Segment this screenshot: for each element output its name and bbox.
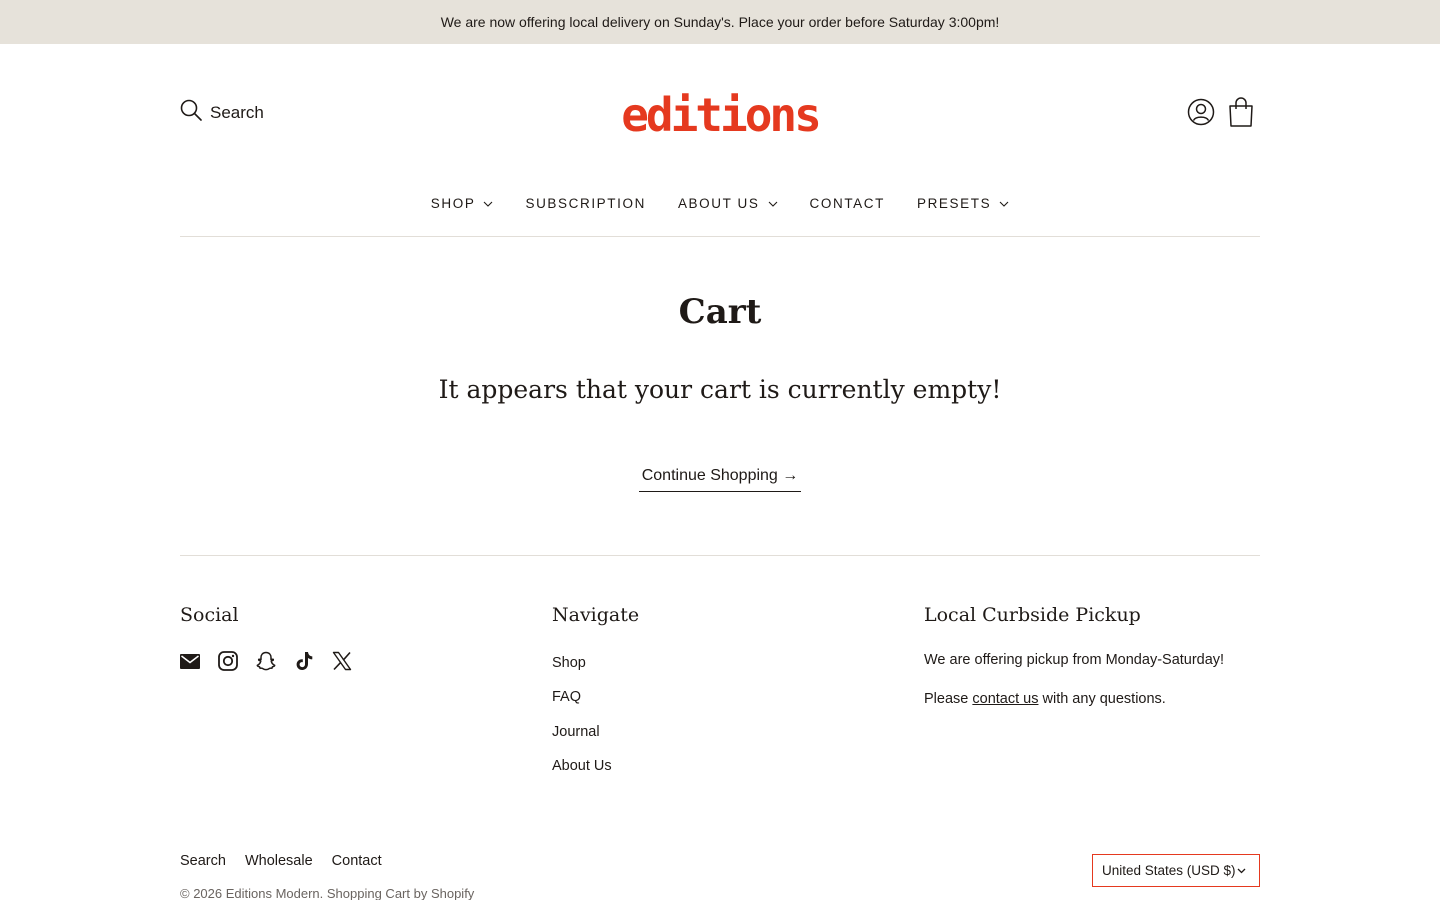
footer-divider [180, 555, 1260, 556]
copyright-text: © 2026 Editions Modern. Shopping Cart by… [180, 886, 475, 900]
logo-text: editions [621, 88, 819, 142]
instagram-icon[interactable] [218, 650, 238, 672]
chevron-down-icon [999, 201, 1009, 207]
footer-link-shop[interactable]: Shop [552, 655, 586, 671]
announcement-bar: We are now offering local delivery on Su… [0, 0, 1440, 44]
footer-social-heading: Social [180, 604, 239, 626]
nav-contact[interactable]: CONTACT [810, 196, 885, 211]
pickup-contact-text: Please contact us with any questions. [924, 691, 1166, 707]
social-icons [180, 650, 352, 672]
currency-value: United States (USD $) [1102, 863, 1236, 878]
nav-presets[interactable]: PRESETS [917, 196, 1009, 211]
page-title: Cart [678, 292, 762, 332]
header-divider [180, 236, 1260, 237]
nav-subscription-label: SUBSCRIPTION [525, 196, 646, 211]
nav-contact-label: CONTACT [809, 196, 885, 211]
nav-subscription[interactable]: SUBSCRIPTION [525, 196, 645, 211]
chevron-down-icon [1237, 868, 1246, 874]
currency-selector[interactable]: United States (USD $) [1092, 854, 1260, 887]
footer-link-about-us[interactable]: About Us [552, 758, 612, 774]
footer-navigate-heading: Navigate [552, 604, 640, 626]
chevron-down-icon [768, 201, 777, 207]
pickup-info-text: We are offering pickup from Monday-Satur… [924, 652, 1225, 668]
editions-logo[interactable]: editions [612, 82, 828, 142]
footer-link-faq[interactable]: FAQ [552, 689, 581, 705]
nav-shop[interactable]: SHOP [431, 196, 494, 211]
footer-link-journal[interactable]: Journal [552, 724, 600, 740]
chevron-down-icon [484, 201, 493, 207]
cart-bag-icon[interactable] [1227, 96, 1255, 128]
account-icon[interactable] [1186, 97, 1216, 127]
empty-cart-message: It appears that your cart is currently e… [438, 375, 1002, 404]
search-icon [180, 99, 202, 126]
snapchat-icon[interactable] [256, 650, 276, 672]
bottom-link-search[interactable]: Search [180, 853, 226, 869]
bottom-link-contact[interactable]: Contact [332, 853, 382, 869]
search-button[interactable]: Search [180, 99, 264, 126]
nav-shop-label: SHOP [430, 196, 476, 211]
continue-shopping-link[interactable]: Continue Shopping → [639, 467, 801, 492]
bottom-link-wholesale[interactable]: Wholesale [245, 853, 313, 869]
pickup-contact-suffix: with any questions. [1038, 691, 1166, 707]
email-icon[interactable] [180, 650, 200, 672]
main-nav: SHOP SUBSCRIPTION ABOUT US CONTACT PRESE… [180, 196, 1260, 211]
nav-presets-label: PRESETS [916, 196, 992, 211]
footer-pickup-heading: Local Curbside Pickup [924, 604, 1141, 626]
search-label: Search [210, 102, 264, 122]
footer-bottom-links: Search Wholesale Contact [180, 853, 382, 869]
pickup-contact-prefix: Please [924, 691, 973, 707]
contact-us-link[interactable]: contact us [972, 691, 1038, 707]
nav-about-us[interactable]: ABOUT US [678, 196, 778, 211]
nav-about-us-label: ABOUT US [677, 196, 760, 211]
tiktok-icon[interactable] [294, 650, 314, 672]
x-icon[interactable] [332, 650, 352, 672]
announcement-text: We are now offering local delivery on Su… [440, 14, 1000, 30]
